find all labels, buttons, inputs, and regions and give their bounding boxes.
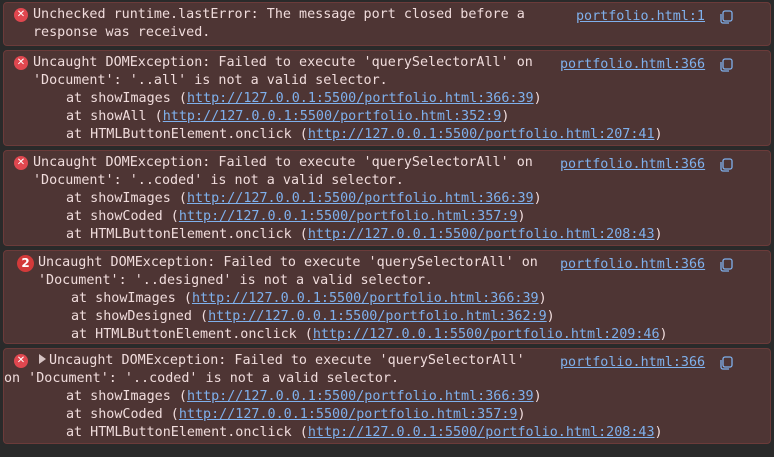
message-line: 'Document': '..all' is not a valid selec… bbox=[33, 73, 388, 88]
stack-frame: at showImages (http://127.0.0.1:5500/por… bbox=[66, 388, 770, 406]
stack-frame-close: ) bbox=[501, 109, 510, 124]
stack-frame-label: at showImages ( bbox=[66, 191, 187, 206]
stack-frame-label: at showImages ( bbox=[66, 91, 187, 106]
console-message[interactable]: ✕ Uncaught DOMException: Failed to execu… bbox=[3, 348, 771, 444]
stack-trace: at showImages (http://127.0.0.1:5500/por… bbox=[4, 190, 770, 244]
stack-frame-link[interactable]: http://127.0.0.1:5500/portfolio.html:209… bbox=[313, 327, 660, 342]
stack-frame-label: at HTMLButtonElement.onclick ( bbox=[71, 327, 313, 342]
stack-trace: at showImages (http://127.0.0.1:5500/por… bbox=[4, 290, 770, 344]
source-link[interactable]: portfolio.html:366 bbox=[560, 56, 705, 74]
console-message[interactable]: ✕ Uncaught DOMException: Failed to execu… bbox=[3, 50, 771, 146]
stack-frame-link[interactable]: http://127.0.0.1:5500/portfolio.html:366… bbox=[187, 91, 534, 106]
stack-frame-link[interactable]: http://127.0.0.1:5500/portfolio.html:208… bbox=[308, 227, 655, 242]
stack-frame-close: ) bbox=[533, 91, 542, 106]
console-message[interactable]: ✕ Uncaught DOMException: Failed to execu… bbox=[3, 150, 771, 246]
source-link[interactable]: portfolio.html:366 bbox=[560, 354, 705, 372]
stack-frame-label: at showAll ( bbox=[66, 109, 163, 124]
stack-frame-link[interactable]: http://127.0.0.1:5500/portfolio.html:362… bbox=[208, 309, 547, 324]
copy-icon[interactable] bbox=[718, 158, 734, 172]
stack-frame-link[interactable]: http://127.0.0.1:5500/portfolio.html:352… bbox=[163, 109, 502, 124]
source-link[interactable]: portfolio.html:1 bbox=[576, 8, 705, 26]
error-icon: ✕ bbox=[14, 354, 28, 368]
stack-frame: at HTMLButtonElement.onclick (http://127… bbox=[66, 226, 770, 244]
message-line: response was received. bbox=[33, 25, 211, 40]
stack-frame: at HTMLButtonElement.onclick (http://127… bbox=[71, 326, 770, 344]
stack-frame-link[interactable]: http://127.0.0.1:5500/portfolio.html:357… bbox=[179, 209, 518, 224]
stack-frame-link[interactable]: http://127.0.0.1:5500/portfolio.html:366… bbox=[187, 191, 534, 206]
stack-frame: at showImages (http://127.0.0.1:5500/por… bbox=[66, 90, 770, 108]
stack-frame-label: at HTMLButtonElement.onclick ( bbox=[66, 425, 308, 440]
stack-frame: at showCoded (http://127.0.0.1:5500/port… bbox=[66, 208, 770, 226]
stack-frame-label: at showCoded ( bbox=[66, 209, 179, 224]
message-line: 'Document': '..designed' is not a valid … bbox=[38, 273, 434, 288]
source-link[interactable]: portfolio.html:366 bbox=[560, 256, 705, 274]
stack-frame-close: ) bbox=[546, 309, 555, 324]
console-panel: ✕ Unchecked runtime.lastError: The messa… bbox=[0, 0, 774, 457]
error-icon: ✕ bbox=[14, 156, 28, 170]
stack-frame: at showAll (http://127.0.0.1:5500/portfo… bbox=[66, 108, 770, 126]
stack-frame: at showCoded (http://127.0.0.1:5500/port… bbox=[66, 406, 770, 424]
stack-frame-close: ) bbox=[533, 191, 542, 206]
stack-frame-close: ) bbox=[654, 127, 663, 142]
error-count-badge: 2 bbox=[17, 255, 34, 272]
console-message[interactable]: ✕ Unchecked runtime.lastError: The messa… bbox=[3, 2, 771, 46]
stack-frame-label: at showImages ( bbox=[71, 291, 192, 306]
copy-icon[interactable] bbox=[718, 58, 734, 72]
stack-frame-close: ) bbox=[659, 327, 668, 342]
stack-frame-label: at showDesigned ( bbox=[71, 309, 209, 324]
stack-frame-close: ) bbox=[538, 291, 547, 306]
stack-frame: at HTMLButtonElement.onclick (http://127… bbox=[66, 126, 770, 144]
copy-icon[interactable] bbox=[718, 258, 734, 272]
error-icon: ✕ bbox=[14, 8, 28, 22]
stack-frame-close: ) bbox=[654, 227, 663, 242]
error-icon: ✕ bbox=[14, 56, 28, 70]
stack-frame-label: at HTMLButtonElement.onclick ( bbox=[66, 127, 308, 142]
message-line: 'Document': '..coded' is not a valid sel… bbox=[33, 173, 404, 188]
stack-frame-close: ) bbox=[517, 209, 526, 224]
stack-frame-close: ) bbox=[654, 425, 663, 440]
stack-frame-close: ) bbox=[517, 407, 526, 422]
stack-trace: at showImages (http://127.0.0.1:5500/por… bbox=[4, 90, 770, 144]
stack-frame: at showImages (http://127.0.0.1:5500/por… bbox=[66, 190, 770, 208]
stack-frame-label: at showImages ( bbox=[66, 389, 187, 404]
expand-triangle-icon[interactable] bbox=[39, 354, 46, 364]
copy-icon[interactable] bbox=[718, 356, 734, 370]
message-line: on 'Document': '..coded' is not a valid … bbox=[4, 371, 400, 386]
copy-icon[interactable] bbox=[718, 10, 734, 24]
stack-trace: at showImages (http://127.0.0.1:5500/por… bbox=[4, 388, 770, 442]
stack-frame: at HTMLButtonElement.onclick (http://127… bbox=[66, 424, 770, 442]
stack-frame-link[interactable]: http://127.0.0.1:5500/portfolio.html:208… bbox=[308, 425, 655, 440]
message-line-text: Uncaught DOMException: Failed to execute… bbox=[49, 353, 525, 368]
source-link[interactable]: portfolio.html:366 bbox=[560, 156, 705, 174]
stack-frame-label: at showCoded ( bbox=[66, 407, 179, 422]
stack-frame: at showDesigned (http://127.0.0.1:5500/p… bbox=[71, 308, 770, 326]
console-message[interactable]: 2 Uncaught DOMException: Failed to execu… bbox=[3, 250, 771, 344]
stack-frame-close: ) bbox=[533, 389, 542, 404]
stack-frame-link[interactable]: http://127.0.0.1:5500/portfolio.html:366… bbox=[187, 389, 534, 404]
stack-frame-link[interactable]: http://127.0.0.1:5500/portfolio.html:366… bbox=[192, 291, 539, 306]
stack-frame: at showImages (http://127.0.0.1:5500/por… bbox=[71, 290, 770, 308]
stack-frame-label: at HTMLButtonElement.onclick ( bbox=[66, 227, 308, 242]
stack-frame-link[interactable]: http://127.0.0.1:5500/portfolio.html:207… bbox=[308, 127, 655, 142]
stack-frame-link[interactable]: http://127.0.0.1:5500/portfolio.html:357… bbox=[179, 407, 518, 422]
